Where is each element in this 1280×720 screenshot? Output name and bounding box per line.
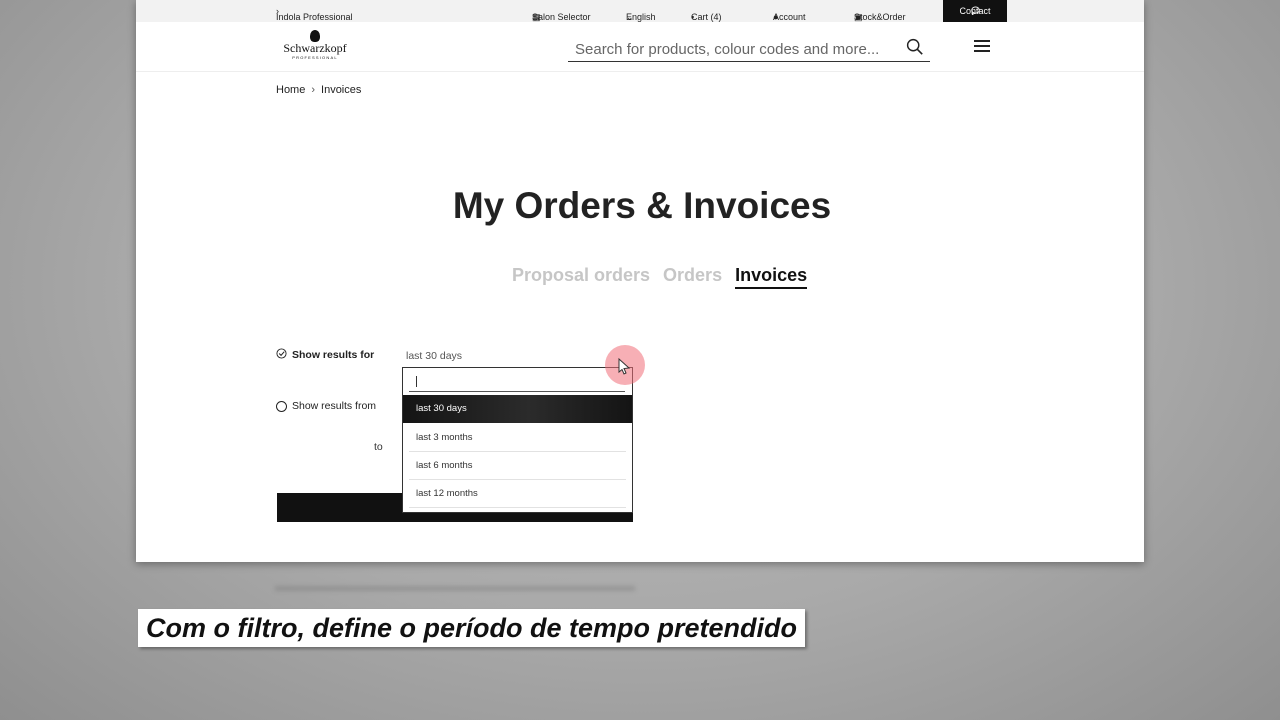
show-results-from-option[interactable]: Show results from <box>276 400 376 412</box>
radio-icon <box>276 400 287 412</box>
indola-professional-link[interactable]: Indola Professional › <box>276 6 353 22</box>
option-last-12-months[interactable]: last 12 months <box>403 480 632 508</box>
check-circle-icon <box>276 348 287 362</box>
shadow-smudge <box>275 586 635 591</box>
option-label: last 6 months <box>416 460 473 471</box>
period-select-value[interactable]: last 30 days <box>406 350 462 362</box>
logo-sub-text: PROFESSIONAL <box>292 55 338 60</box>
contact-button[interactable]: Contact <box>943 0 1007 22</box>
video-caption: Com o filtro, define o período de tempo … <box>138 609 805 647</box>
salon-selector-label: Salon Selector <box>532 12 591 22</box>
click-highlight <box>605 345 645 385</box>
show-results-for-label: Show results for <box>292 349 375 361</box>
browser-page: Indola Professional › Salon Selector ▦ E… <box>136 0 1144 562</box>
option-last-30-days[interactable]: last 30 days <box>403 395 632 423</box>
page-title: My Orders & Invoices <box>452 185 832 226</box>
tab-orders[interactable]: Orders <box>663 265 722 285</box>
period-dropdown: last 30 days last 3 months last 6 months… <box>402 367 633 513</box>
tab-invoices[interactable]: Invoices <box>735 265 808 289</box>
breadcrumb-home[interactable]: Home <box>276 84 305 96</box>
hamburger-menu-icon[interactable] <box>974 40 990 52</box>
tab-proposal-orders[interactable]: Proposal orders <box>512 265 650 285</box>
site-header: Schwarzkopf PROFESSIONAL <box>136 22 1144 72</box>
cart-label: Cart (4) <box>691 12 722 22</box>
divider <box>409 507 626 508</box>
breadcrumb: Home › Invoices <box>276 84 361 96</box>
search-icon[interactable] <box>906 38 924 61</box>
search-input[interactable] <box>573 38 897 60</box>
to-label: to <box>374 441 383 453</box>
show-results-for-option[interactable]: Show results for <box>276 348 374 362</box>
logo-brand-text: Schwarzkopf <box>283 41 347 55</box>
option-last-3-months[interactable]: last 3 months <box>403 424 632 452</box>
show-results-from-label: Show results from <box>292 400 377 412</box>
utility-bar: Indola Professional › Salon Selector ▦ E… <box>136 0 1144 22</box>
schwarzkopf-logo[interactable]: Schwarzkopf PROFESSIONAL <box>280 30 350 64</box>
indola-link-label: Indola Professional <box>276 12 353 22</box>
option-label: last 12 months <box>416 488 478 499</box>
bag-icon: ▪ <box>691 12 695 22</box>
user-icon: ● <box>773 12 779 22</box>
chat-icon <box>970 6 980 17</box>
hand-cursor-icon <box>605 357 645 389</box>
text-caret <box>416 376 417 387</box>
option-label: last 3 months <box>416 432 473 443</box>
option-last-6-months[interactable]: last 6 months <box>403 452 632 480</box>
dropdown-search-input[interactable] <box>409 371 625 392</box>
chevron-right-icon: › <box>311 84 316 96</box>
order-tabs: Proposal orders Orders Invoices <box>512 265 808 289</box>
breadcrumb-invoices: Invoices <box>321 84 362 96</box>
search-bar <box>568 36 930 62</box>
